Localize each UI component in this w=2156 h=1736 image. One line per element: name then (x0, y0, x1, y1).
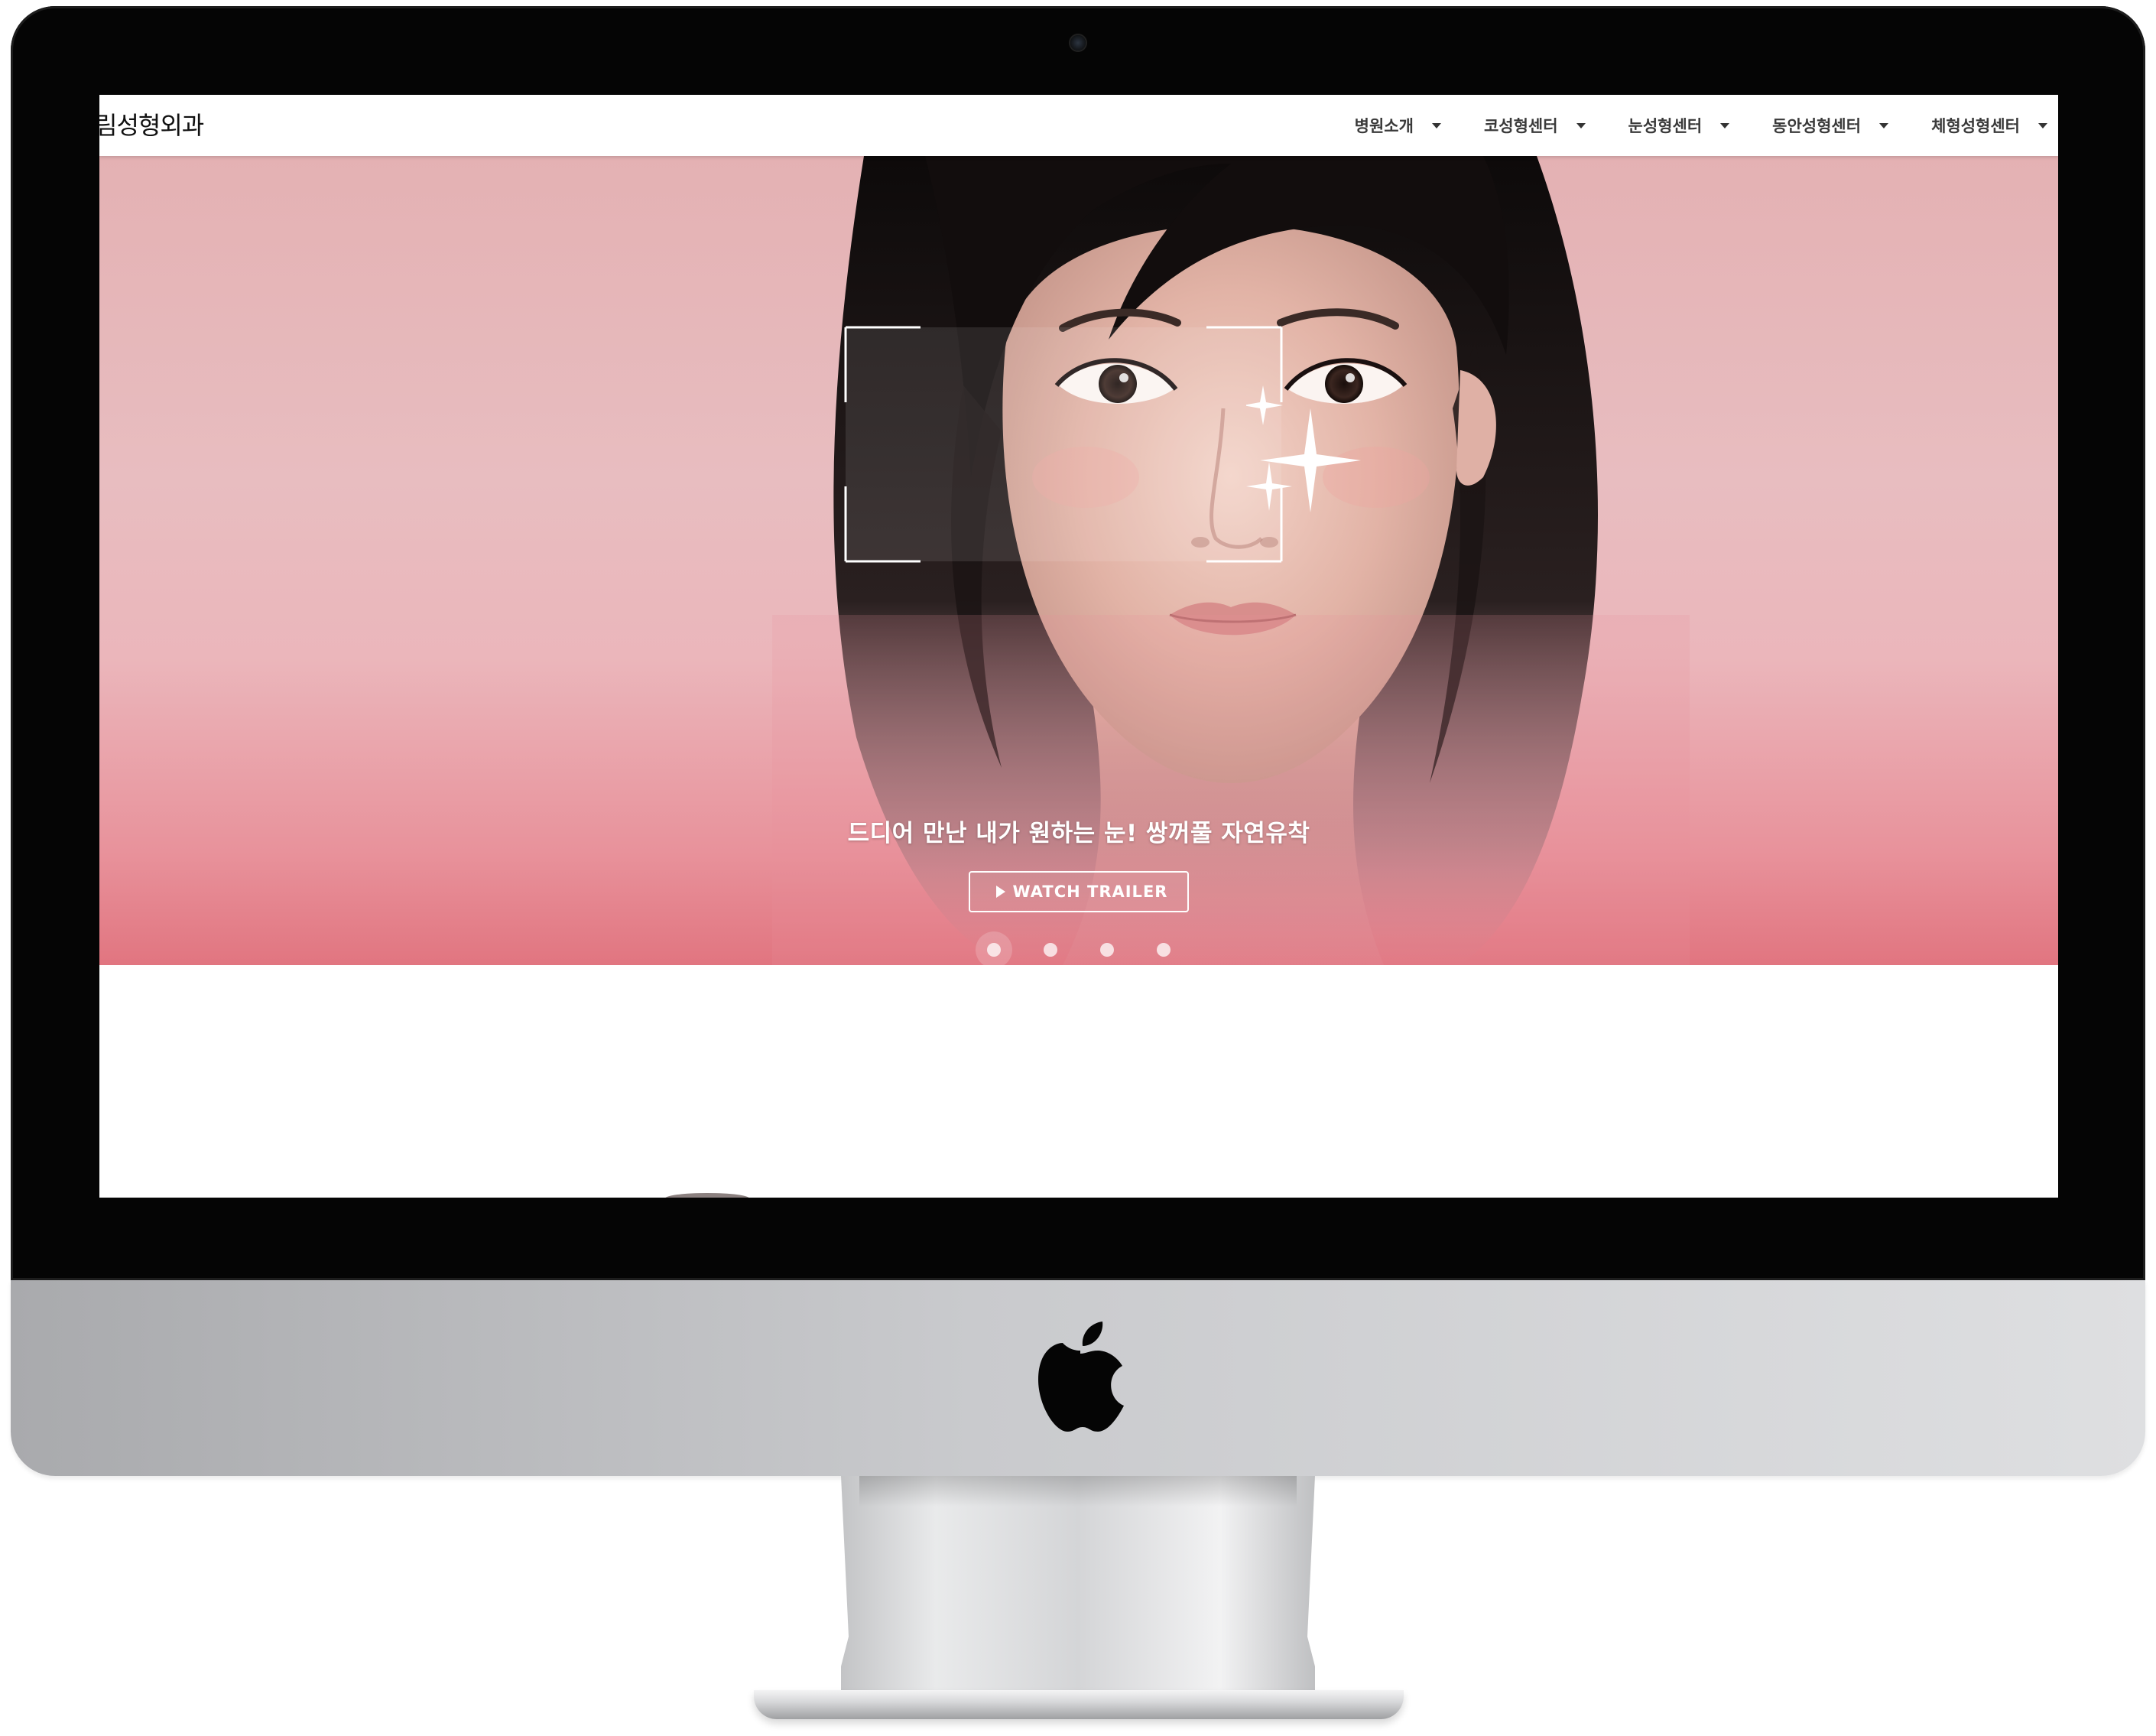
imac-stand-neck (841, 1476, 1315, 1696)
hero-caption: 드디어 만난 내가 원하는 눈! 쌍꺼풀 자연유착 WATCH TRAILER (99, 814, 2058, 912)
caret-down-icon (1879, 122, 1889, 128)
apple-logo-icon (1038, 1322, 1124, 1432)
caret-down-icon (2038, 122, 2047, 128)
slider-dot-1[interactable] (976, 931, 1012, 965)
imac-device: 림성형외과 병원소개 코성형센터 눈성형센터 동안성형센터 체형성형센터 드디어… (0, 0, 2156, 1736)
hero-slider: 드디어 만난 내가 원하는 눈! 쌍꺼풀 자연유착 WATCH TRAILER (99, 156, 2058, 965)
caret-down-icon (1576, 122, 1586, 128)
slider-dot-2[interactable] (1032, 931, 1069, 965)
site-logo[interactable]: 림성형외과 (99, 102, 204, 148)
nav-item-antiaging-center[interactable]: 동안성형센터 (1740, 95, 1899, 156)
eye-focus-frame (844, 326, 1283, 563)
caret-down-icon (1720, 122, 1730, 128)
nav-item-nose-center[interactable]: 코성형센터 (1452, 95, 1596, 156)
imac-stand-base (754, 1690, 1404, 1719)
site-navbar: 림성형외과 병원소개 코성형센터 눈성형센터 동안성형센터 체형성형센터 (99, 95, 2058, 156)
dot-marker (987, 943, 1001, 957)
hero-title: 드디어 만난 내가 원하는 눈! 쌍꺼풀 자연유착 (847, 820, 1310, 847)
caret-down-icon (1431, 122, 1441, 128)
nav-item-label: 동안성형센터 (1772, 117, 1862, 135)
sparkle-icon (1246, 385, 1361, 512)
nav-item-label: 체형성형센터 (1931, 117, 2020, 135)
nav-item-label: 병원소개 (1354, 117, 1414, 135)
dot-marker (1157, 943, 1171, 957)
browser-viewport: 림성형외과 병원소개 코성형센터 눈성형센터 동안성형센터 체형성형센터 드디어… (99, 95, 2058, 1198)
dot-marker (1100, 943, 1114, 957)
nav-item-body-center[interactable]: 체형성형센터 (1899, 95, 2058, 156)
dot-marker (1044, 943, 1057, 957)
main-nav: 병원소개 코성형센터 눈성형센터 동안성형센터 체형성형센터 (1323, 95, 2058, 156)
watch-trailer-label: WATCH TRAILER (1012, 883, 1168, 901)
slider-dot-4[interactable] (1145, 931, 1182, 965)
nav-item-label: 코성형센터 (1483, 117, 1558, 135)
slider-pagination (99, 931, 2058, 965)
watch-trailer-button[interactable]: WATCH TRAILER (968, 871, 1190, 912)
slider-dot-3[interactable] (1089, 931, 1125, 965)
nav-item-label: 눈성형센터 (1628, 117, 1703, 135)
play-icon (995, 886, 1005, 898)
nav-item-hospital-intro[interactable]: 병원소개 (1323, 95, 1452, 156)
camera-icon (1070, 35, 1086, 50)
imac-stand-shadow (859, 1476, 1297, 1507)
nav-item-eye-center[interactable]: 눈성형센터 (1596, 95, 1741, 156)
content-section (99, 965, 2058, 1198)
